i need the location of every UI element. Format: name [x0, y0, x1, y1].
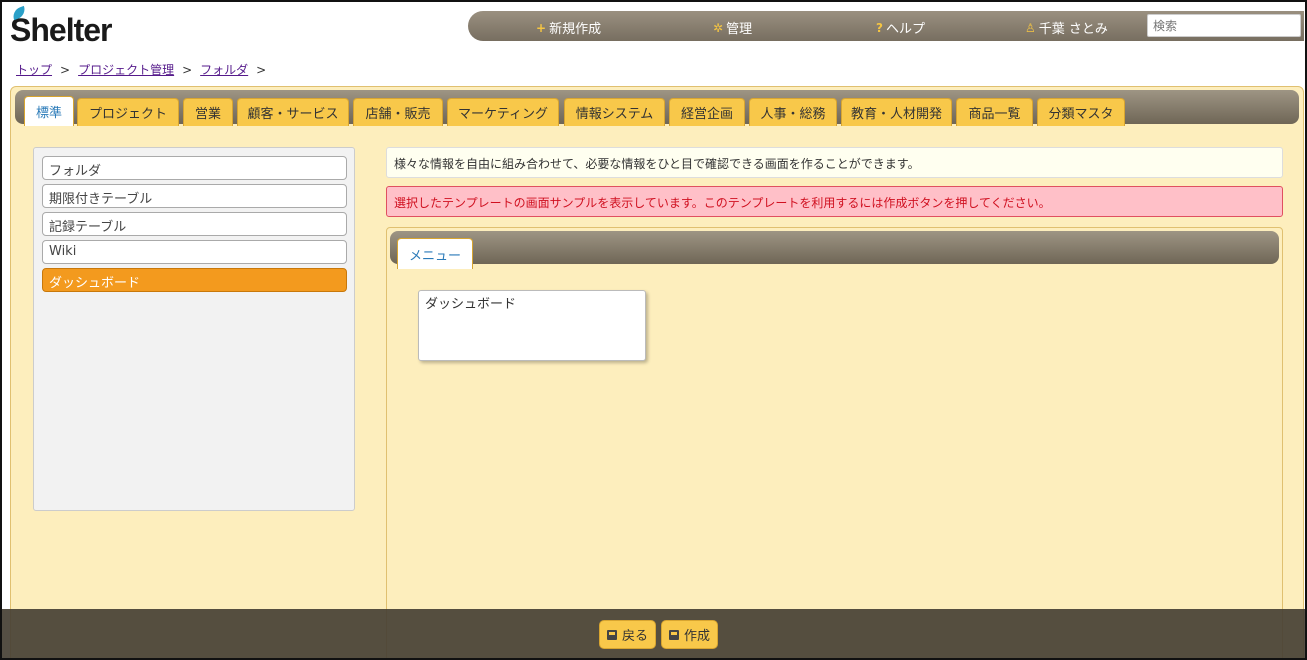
breadcrumb-folder[interactable]: フォルダ	[200, 61, 248, 78]
tab-corporate-planning[interactable]: 経営企画	[669, 98, 745, 126]
template-item-dashboard[interactable]: ダッシュボード	[42, 268, 347, 292]
tab-classification-master[interactable]: 分類マスタ	[1037, 98, 1125, 126]
breadcrumb-separator: >	[182, 62, 193, 77]
sample-alert: 選択したテンプレートの画面サンプルを表示しています。このテンプレートを利用するに…	[386, 186, 1283, 217]
tab-customer-service[interactable]: 顧客・サービス	[237, 98, 349, 126]
sample-preview: メニュー ダッシュボード	[386, 227, 1283, 658]
tab-marketing[interactable]: マーケティング	[447, 98, 559, 126]
shelter-logo[interactable]: Shelter	[10, 5, 112, 48]
preview-tab-bar: メニュー	[390, 231, 1279, 269]
search-input[interactable]	[1147, 14, 1301, 37]
admin-label: 管理	[726, 22, 753, 37]
tab-sales[interactable]: 営業	[183, 98, 233, 126]
template-item-record-table[interactable]: 記録テーブル	[42, 212, 347, 236]
create-button[interactable]: 作成	[661, 620, 719, 649]
tab-standard[interactable]: 標準	[24, 96, 74, 126]
question-icon: ?	[876, 20, 883, 35]
help-label: ヘルプ	[885, 22, 925, 37]
save-icon	[669, 629, 679, 640]
back-label: 戻る	[622, 629, 649, 644]
user-icon: ♙	[1025, 20, 1036, 35]
admin-button[interactable]: ✲ 管理	[713, 18, 753, 38]
logo-text: Shelter	[10, 12, 112, 48]
template-item-folder[interactable]: フォルダ	[42, 156, 347, 180]
breadcrumb-separator: >	[256, 62, 267, 77]
help-button[interactable]: ? ヘルプ	[876, 18, 925, 38]
tab-store-sales[interactable]: 店舗・販売	[353, 98, 443, 126]
breadcrumb-separator: >	[60, 62, 71, 77]
user-name: 千葉 さとみ	[1038, 22, 1108, 37]
category-tab-bar: 標準 プロジェクト 営業 顧客・サービス 店舗・販売 マーケティング 情報システ…	[15, 90, 1299, 126]
breadcrumb-top[interactable]: トップ	[16, 61, 52, 78]
new-label: 新規作成	[549, 22, 602, 37]
template-description: 様々な情報を自由に組み合わせて、必要な情報をひと目で確認できる画面を作ることがで…	[386, 147, 1283, 178]
gear-icon: ✲	[713, 20, 724, 35]
top-navigation: + 新規作成 ✲ 管理 ? ヘルプ ♙ 千葉 さとみ	[468, 11, 1304, 41]
dashboard-widget[interactable]: ダッシュボード	[418, 290, 646, 361]
app-window: Shelter + 新規作成 ✲ 管理 ? ヘルプ ♙ 千葉 さとみ トップ >…	[0, 0, 1307, 660]
tab-menu[interactable]: メニュー	[397, 238, 473, 269]
new-button[interactable]: + 新規作成	[536, 18, 602, 38]
back-button[interactable]: 戻る	[599, 620, 657, 649]
template-panel: 標準 プロジェクト 営業 顧客・サービス 店舗・販売 マーケティング 情報システ…	[10, 86, 1304, 658]
template-item-wiki[interactable]: Wiki	[42, 240, 347, 264]
tab-information-systems[interactable]: 情報システム	[564, 98, 665, 126]
template-item-deadline-table[interactable]: 期限付きテーブル	[42, 184, 347, 208]
breadcrumb-project-management[interactable]: プロジェクト管理	[78, 61, 174, 78]
plus-icon: +	[536, 20, 547, 35]
template-list: フォルダ 期限付きテーブル 記録テーブル Wiki ダッシュボード	[33, 147, 355, 511]
create-label: 作成	[684, 629, 711, 644]
user-menu[interactable]: ♙ 千葉 さとみ	[1025, 18, 1108, 38]
footer-bar: 戻る 作成	[2, 609, 1305, 658]
tab-product-list[interactable]: 商品一覧	[956, 98, 1033, 126]
tab-education[interactable]: 教育・人材開発	[841, 98, 952, 126]
breadcrumb: トップ > プロジェクト管理 > フォルダ >	[16, 61, 266, 78]
save-icon	[607, 629, 617, 640]
tab-hr-general[interactable]: 人事・総務	[749, 98, 837, 126]
tab-project[interactable]: プロジェクト	[77, 98, 179, 126]
